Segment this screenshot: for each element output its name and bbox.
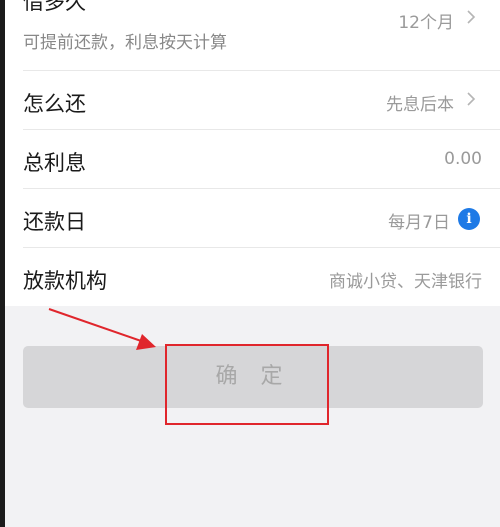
annotation-arrow [48,308,156,350]
